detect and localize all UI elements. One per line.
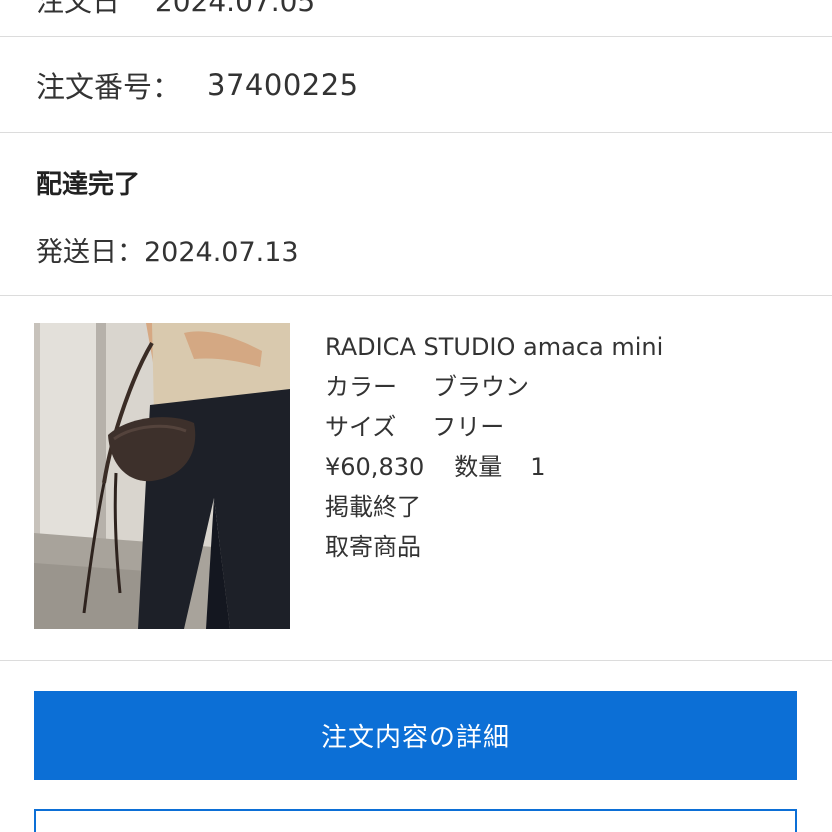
product-image[interactable]: [34, 323, 290, 629]
product-item[interactable]: RADICA STUDIO amaca mini カラー ブラウン サイズ フリー …: [0, 297, 832, 661]
product-name[interactable]: RADICA STUDIO amaca mini: [325, 327, 663, 367]
price-value: ¥60,830: [325, 453, 425, 481]
size-value: フリー: [432, 413, 505, 441]
product-size-line: サイズ フリー: [325, 407, 663, 447]
order-number-row: 注文番号： 37400225: [0, 37, 832, 133]
quantity-label: 数量: [454, 453, 503, 481]
listing-status: 掲載終了: [325, 493, 421, 521]
product-type: 取寄商品: [325, 533, 421, 561]
quantity-value: 1: [530, 453, 546, 481]
order-date-label: 注文日: [36, 0, 121, 18]
delivery-status-section: 配達完了 発送日：2024.07.13: [0, 134, 832, 296]
order-date-value: 2024.07.05: [154, 0, 316, 18]
order-date-row: 注文日 2024.07.05: [0, 0, 832, 37]
order-history-page: 注文日 2024.07.05 注文番号： 37400225 配達完了 発送日：2…: [0, 0, 832, 832]
product-price-line: ¥60,830 数量 1: [325, 447, 663, 487]
product-info: RADICA STUDIO amaca mini カラー ブラウン サイズ フリー …: [325, 327, 663, 567]
secondary-action-button[interactable]: [34, 809, 797, 832]
delivery-status-title: 配達完了: [36, 170, 141, 200]
ship-date: 発送日：2024.07.13: [36, 237, 299, 268]
color-value: ブラウン: [433, 373, 529, 401]
order-number-label: 注文番号：: [36, 69, 182, 104]
color-label: カラー: [325, 373, 397, 401]
order-number-value: 37400225: [207, 67, 359, 102]
order-detail-button[interactable]: 注文内容の詳細: [34, 691, 797, 780]
product-color-line: カラー ブラウン: [325, 367, 663, 407]
size-label: サイズ: [325, 413, 397, 441]
